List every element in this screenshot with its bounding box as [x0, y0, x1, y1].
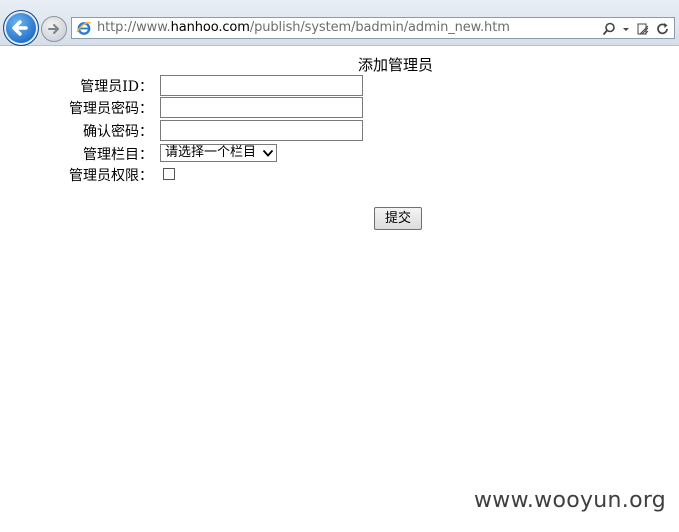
address-bar[interactable]: http://www.hanhoo.com/publish/system/bad… [71, 17, 675, 39]
admin-password-label: 管理员密码： [69, 101, 153, 117]
confirm-password-label: 确认密码： [83, 124, 153, 140]
url-prefix: http://www. [97, 20, 171, 35]
admin-id-label: 管理员ID： [80, 79, 153, 95]
page-content: 添加管理员 管理员ID： 管理员密码： 确认密码： 管理栏目： 请选择一个栏目 … [0, 46, 679, 532]
url-text[interactable]: http://www.hanhoo.com/publish/system/bad… [97, 20, 510, 35]
admin-password-input[interactable] [160, 97, 363, 118]
back-button[interactable] [3, 10, 39, 46]
search-icon[interactable] [602, 21, 616, 36]
compatibility-view-icon[interactable] [636, 21, 650, 35]
url-domain: hanhoo.com [170, 20, 250, 35]
column-select[interactable]: 请选择一个栏目 [160, 144, 277, 162]
chevron-down-icon [262, 149, 274, 157]
form-title: 添加管理员 [358, 56, 434, 74]
forward-arrow-icon [48, 24, 59, 34]
permission-label: 管理员权限： [69, 168, 153, 184]
refresh-icon[interactable] [656, 21, 670, 35]
watermark-text: www.wooyun.org [474, 488, 667, 513]
address-tools [602, 20, 670, 36]
url-path: /publish/system/badmin/admin_new.htm [249, 20, 510, 35]
permission-checkbox[interactable] [163, 168, 175, 180]
forward-button[interactable] [41, 16, 67, 42]
confirm-password-input[interactable] [160, 120, 363, 141]
admin-id-input[interactable] [160, 75, 363, 96]
ie-page-icon [76, 22, 92, 35]
column-select-value: 请选择一个栏目 [165, 145, 257, 160]
submit-button[interactable]: 提交 [374, 207, 422, 230]
back-arrow-icon [12, 20, 28, 36]
column-label: 管理栏目： [83, 147, 153, 163]
dropdown-arrow-icon[interactable] [622, 21, 630, 35]
browser-toolbar: http://www.hanhoo.com/publish/system/bad… [0, 0, 679, 46]
